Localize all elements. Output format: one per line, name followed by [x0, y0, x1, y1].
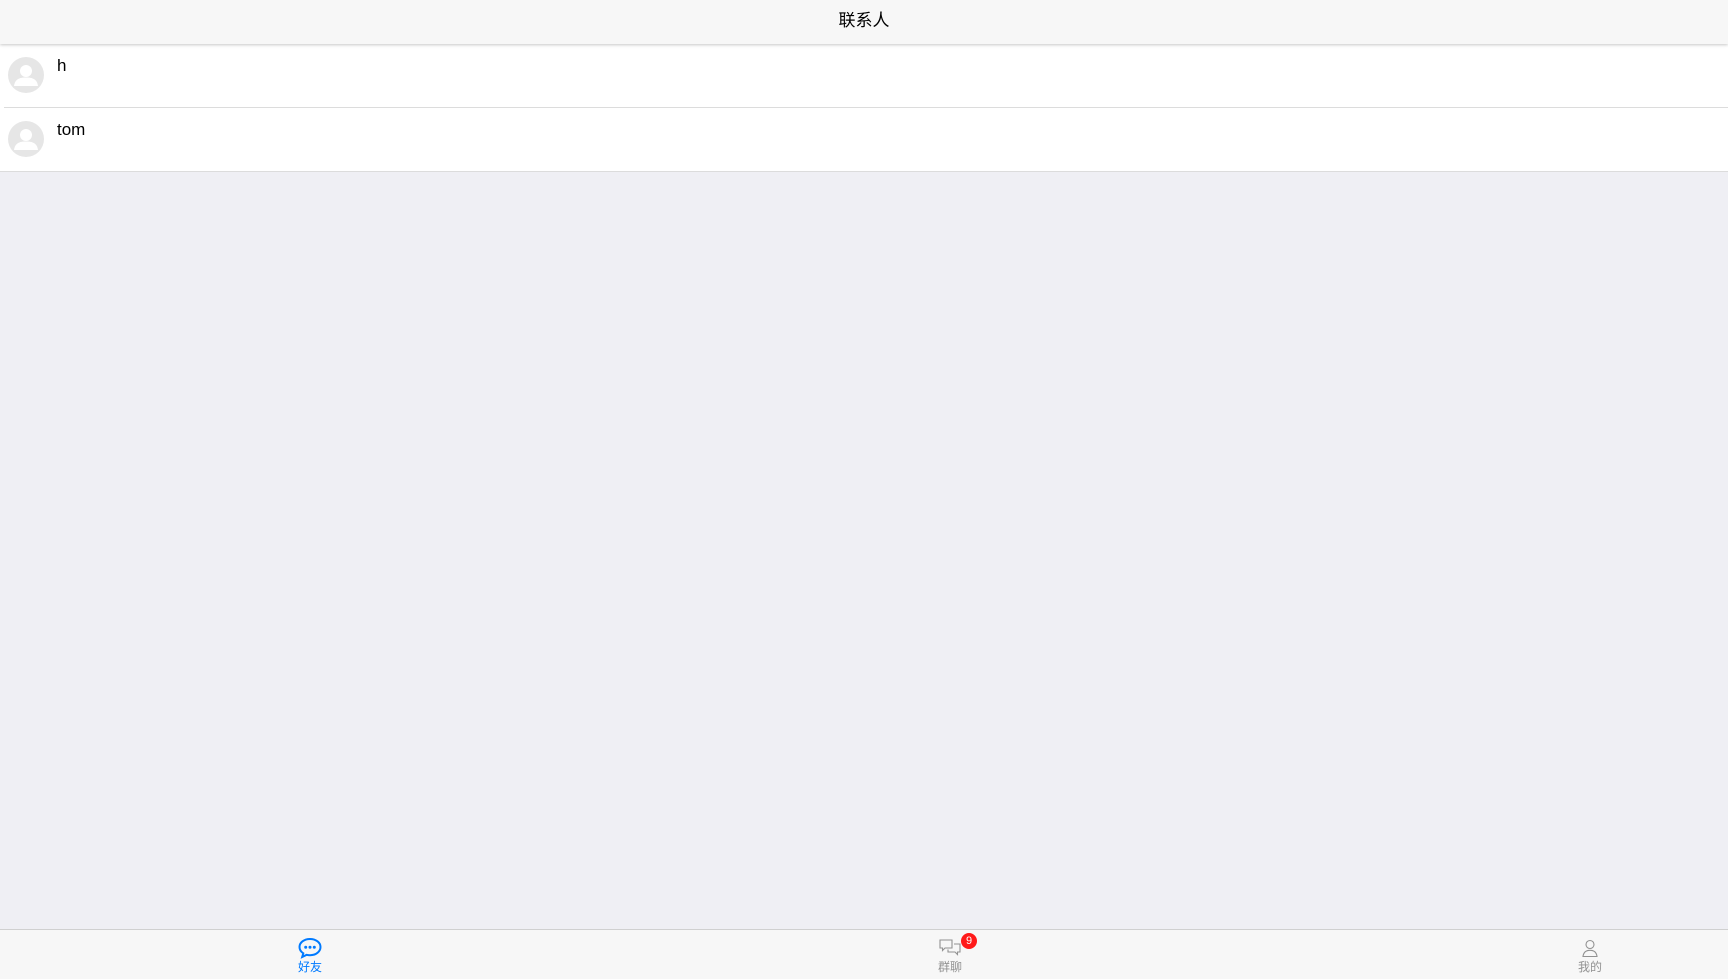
chat-bubble-icon	[297, 936, 323, 960]
group-chat-icon	[937, 936, 963, 960]
tab-bar: 好友 9 群聊 我的	[0, 929, 1728, 979]
tab-label: 群聊	[937, 960, 962, 974]
tab-label: 我的	[1577, 960, 1602, 974]
tab-friends[interactable]: 好友	[270, 930, 350, 979]
contact-item[interactable]: h	[0, 44, 1728, 108]
default-avatar-icon	[8, 121, 44, 157]
tab-label: 好友	[297, 960, 322, 974]
contact-list: h tom	[0, 44, 1728, 172]
person-icon	[1577, 936, 1603, 960]
unread-badge: 9	[961, 933, 977, 949]
page-title: 联系人	[838, 11, 890, 30]
navigation-bar: 联系人	[0, 0, 1728, 44]
contact-item[interactable]: tom	[0, 108, 1728, 172]
contact-name: tom	[57, 120, 86, 139]
tab-group-chat[interactable]: 9 群聊	[910, 930, 990, 979]
tab-me[interactable]: 我的	[1550, 930, 1630, 979]
contact-name: h	[57, 56, 67, 75]
default-avatar-icon	[8, 57, 44, 93]
